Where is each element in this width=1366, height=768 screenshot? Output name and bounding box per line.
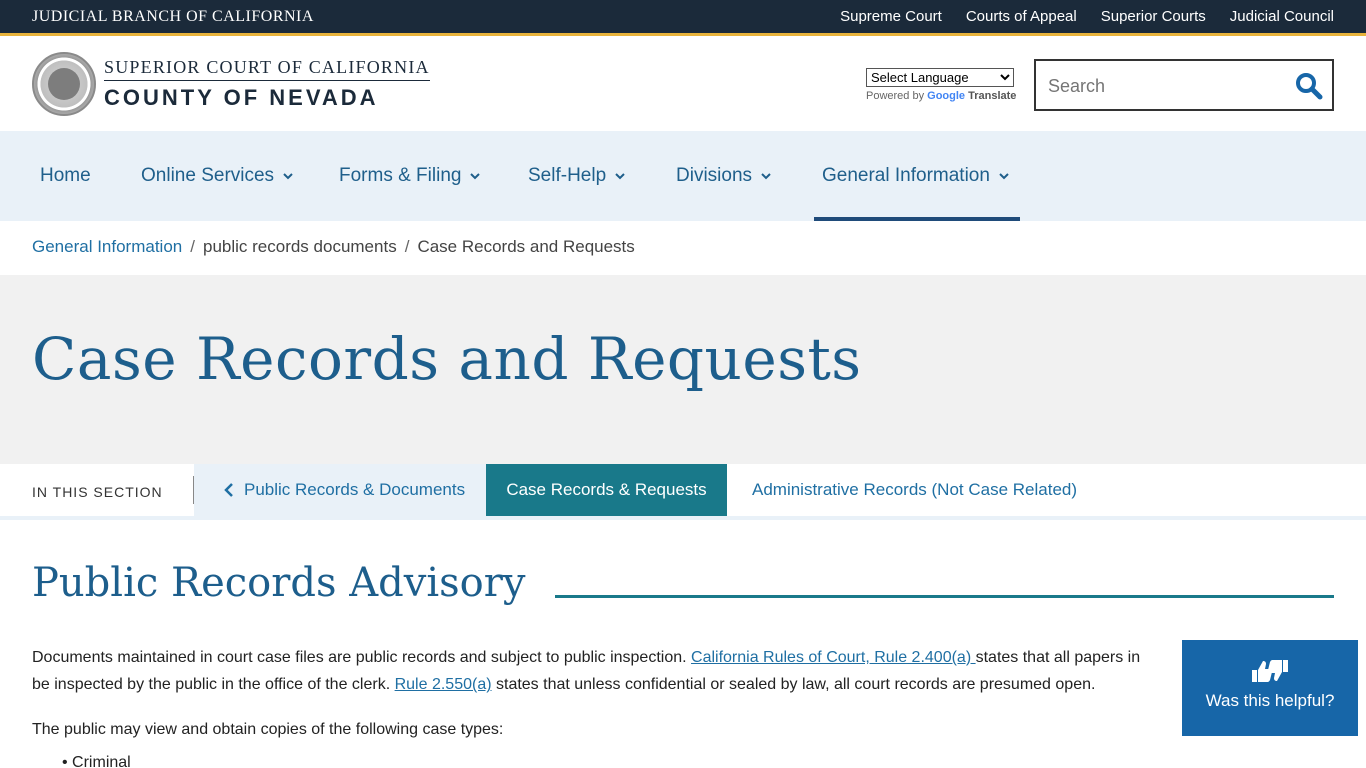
thumbs-up-down-icon <box>1252 660 1288 682</box>
court-name-line2: County of Nevada <box>104 85 379 110</box>
breadcrumb-general-information[interactable]: General Information <box>32 237 182 257</box>
section-tab-public-records-documents[interactable]: Public Records & Documents <box>194 464 486 516</box>
chevron-down-icon <box>283 173 293 180</box>
section-tab-administrative-records[interactable]: Administrative Records (Not Case Related… <box>752 464 1077 516</box>
section-tab-case-records-requests[interactable]: Case Records & Requests <box>486 464 727 516</box>
google-translate: Select Language Powered by Google Transl… <box>866 68 1016 102</box>
supreme-court-link[interactable]: Supreme Court <box>840 8 942 25</box>
nav-self-help[interactable]: Self-Help <box>528 131 626 221</box>
breadcrumb-current: Case Records and Requests <box>417 237 635 256</box>
heading-rule <box>528 595 1334 598</box>
court-name-line1: Superior Court of California <box>104 57 430 81</box>
main-content: Public Records Advisory <box>32 560 1334 606</box>
feedback-label: Was this helpful? <box>1205 691 1335 710</box>
was-this-helpful-button[interactable]: Was this helpful? <box>1182 640 1358 736</box>
list-item: • Criminal <box>62 754 131 768</box>
judicial-branch-link[interactable]: Judicial Branch of California <box>32 8 314 26</box>
chevron-down-icon <box>615 173 625 180</box>
breadcrumb: General Information / public records doc… <box>32 237 635 257</box>
breadcrumb-public-records: public records documents <box>202 237 397 256</box>
court-name-logo[interactable]: Superior Court of California County of N… <box>104 57 430 111</box>
search-input[interactable] <box>1048 73 1288 99</box>
section-heading: Public Records Advisory <box>32 560 556 606</box>
chevron-down-icon <box>761 173 771 180</box>
rule-2-550-link[interactable]: Rule 2.550(a) <box>395 676 492 693</box>
chevron-down-icon <box>470 173 481 180</box>
chevron-down-icon <box>999 173 1009 180</box>
rule-2-400-link[interactable]: California Rules of Court, Rule 2.400(a) <box>691 649 976 666</box>
site-header: Superior Court of California County of N… <box>0 39 1366 131</box>
powered-by-google: Powered by Google Translate <box>866 90 1017 102</box>
advisory-paragraph: Documents maintained in court case files… <box>32 649 1141 693</box>
nav-home[interactable]: Home <box>40 131 91 221</box>
google-logo: Google <box>927 90 966 102</box>
section-label: In this section <box>32 484 163 500</box>
page-title: Case Records and Requests <box>32 325 862 393</box>
search-icon <box>1296 73 1323 100</box>
top-bar: Judicial Branch of California Supreme Co… <box>0 0 1366 36</box>
top-links: Supreme Court Courts of Appeal Superior … <box>840 8 1334 25</box>
case-types-intro: The public may view and obtain copies of… <box>32 721 504 738</box>
nav-forms-filing[interactable]: Forms & Filing <box>339 131 481 221</box>
page-hero: Case Records and Requests <box>0 275 1366 464</box>
nav-divisions[interactable]: Divisions <box>676 131 772 221</box>
nav-general-information[interactable]: General Information <box>822 131 1010 221</box>
section-nav: In this section Public Records & Documen… <box>0 464 1366 520</box>
search-button[interactable] <box>1294 71 1324 101</box>
court-seal-logo[interactable] <box>32 52 96 116</box>
search-box <box>1034 59 1334 111</box>
nav-online-services[interactable]: Online Services <box>141 131 294 221</box>
superior-courts-link[interactable]: Superior Courts <box>1101 8 1206 25</box>
nav-active-indicator <box>814 217 1020 221</box>
main-nav: Home Online Services Forms & Filing Self… <box>0 131 1366 221</box>
chevron-left-icon <box>224 483 233 497</box>
courts-of-appeal-link[interactable]: Courts of Appeal <box>966 8 1077 25</box>
judicial-council-link[interactable]: Judicial Council <box>1230 8 1334 25</box>
language-select[interactable]: Select Language <box>866 68 1014 87</box>
